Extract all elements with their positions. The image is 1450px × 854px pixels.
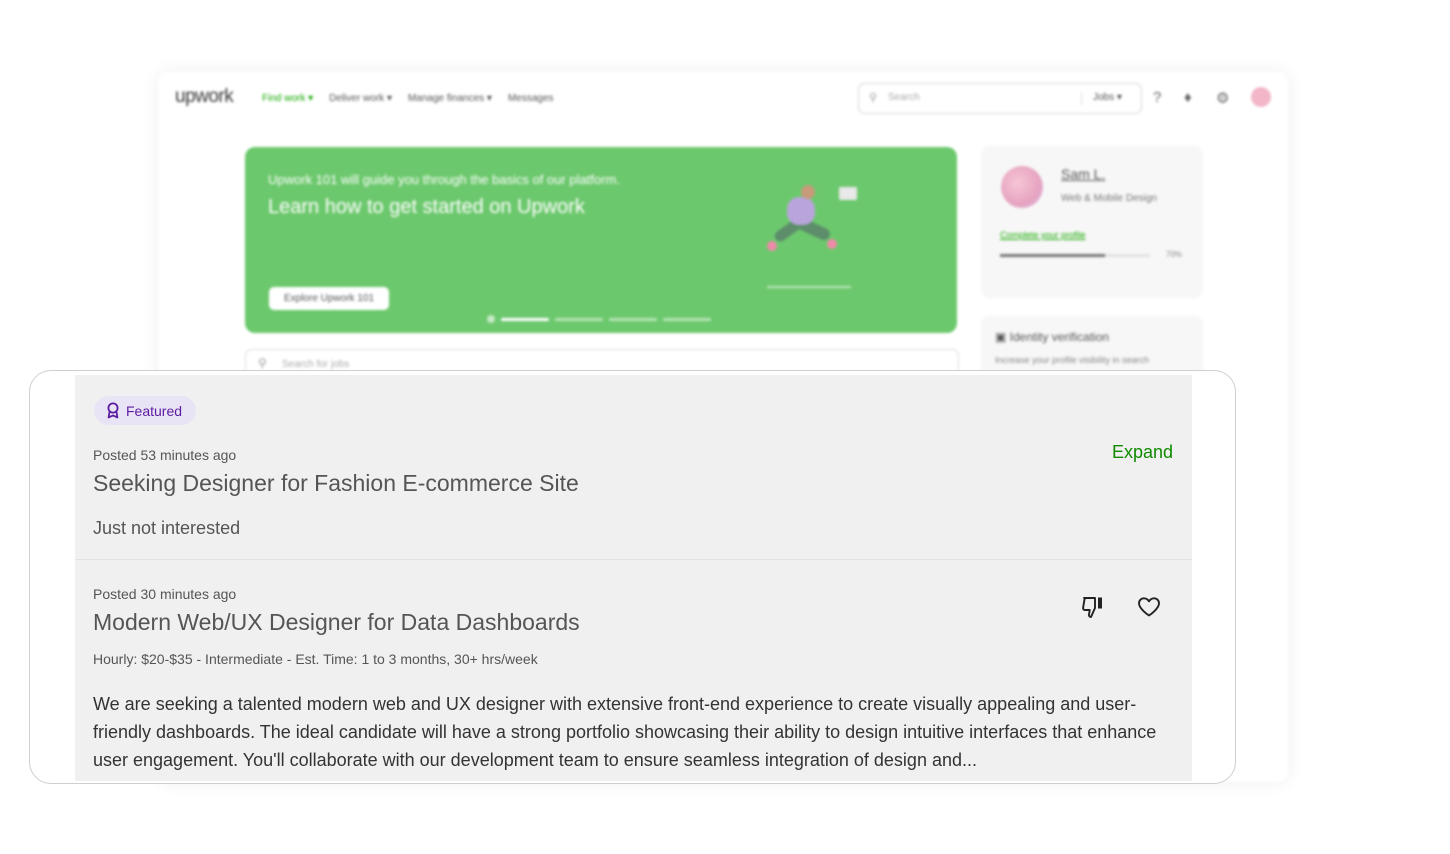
- nav-find-work[interactable]: Find work ▾: [262, 93, 313, 104]
- search-divider: [1081, 92, 1082, 105]
- complete-profile-link[interactable]: Complete your profile: [1000, 230, 1086, 240]
- job-divider: [75, 559, 1192, 560]
- profile-progress-fill: [1000, 254, 1105, 257]
- banner-title: Learn how to get started on Upwork: [268, 196, 585, 218]
- profile-progress-bar: [1000, 254, 1150, 257]
- job-posted-time: Posted 30 minutes ago: [93, 586, 237, 602]
- job-search-icon: ⚲: [258, 356, 267, 370]
- upwork-logo: upwork: [175, 86, 234, 107]
- identity-title: ▣ Identity verification: [995, 330, 1110, 344]
- settings-gear-icon[interactable]: ⚙: [1216, 89, 1229, 107]
- onboarding-banner: Upwork 101 will guide you through the ba…: [245, 147, 957, 333]
- banner-shadow-line: [767, 286, 851, 288]
- job-meta: Hourly: $20-$35 - Intermediate - Est. Ti…: [93, 651, 538, 667]
- profile-avatar[interactable]: [1001, 166, 1043, 208]
- dislike-button[interactable]: [1079, 593, 1107, 621]
- save-job-button[interactable]: [1135, 593, 1163, 621]
- header-search-input[interactable]: ⚲ Search Jobs ▾: [858, 83, 1142, 114]
- banner-illustration: [765, 185, 860, 265]
- explore-upwork-button[interactable]: Explore Upwork 101: [269, 287, 389, 310]
- featured-badge: Featured: [94, 396, 197, 425]
- expand-button[interactable]: Expand: [1112, 442, 1173, 463]
- search-icon: ⚲: [869, 92, 878, 104]
- ribbon-icon: [107, 402, 119, 419]
- profile-role: Web & Mobile Design: [1061, 193, 1157, 204]
- profile-card: Sam L. Web & Mobile Design Complete your…: [981, 146, 1203, 298]
- search-scope-dropdown[interactable]: Jobs ▾: [1093, 92, 1122, 103]
- notification-bell-icon[interactable]: ♦: [1184, 89, 1192, 106]
- banner-carousel-indicators[interactable]: [487, 315, 711, 323]
- nav-messages[interactable]: Messages: [508, 93, 554, 104]
- dislike-feedback-text: Just not interested: [93, 518, 241, 538]
- featured-job-title[interactable]: Seeking Designer for Fashion E-commerce …: [93, 470, 579, 497]
- header-search-placeholder: Search: [888, 92, 920, 103]
- nav-deliver-work[interactable]: Deliver work ▾: [329, 93, 392, 104]
- banner-subtitle: Upwork 101 will guide you through the ba…: [268, 172, 620, 187]
- featured-posted-time: Posted 53 minutes ago: [93, 447, 237, 463]
- identity-title-text: Identity verification: [1009, 330, 1110, 344]
- help-icon[interactable]: ?: [1153, 89, 1161, 106]
- thumbs-down-icon: [1082, 597, 1102, 618]
- job-feed-list: Featured Posted 53 minutes ago Seeking D…: [75, 375, 1192, 781]
- profile-progress-label: 70%: [1166, 250, 1183, 259]
- featured-badge-label: Featured: [126, 402, 183, 419]
- job-feed-focus-panel: Featured Posted 53 minutes ago Seeking D…: [29, 370, 1236, 784]
- job-description: We are seeking a talented modern web and…: [93, 694, 1157, 770]
- main-nav: Find work ▾ Deliver work ▾ Manage financ…: [262, 93, 554, 104]
- identity-description: Increase your profile visibility in sear…: [995, 355, 1150, 365]
- user-avatar[interactable]: [1251, 87, 1271, 107]
- profile-name[interactable]: Sam L.: [1061, 166, 1105, 182]
- heart-icon: [1138, 597, 1160, 617]
- job-search-placeholder: Search for jobs: [282, 359, 350, 370]
- nav-manage-finances[interactable]: Manage finances ▾: [408, 93, 492, 104]
- job-title[interactable]: Modern Web/UX Designer for Data Dashboar…: [93, 609, 580, 636]
